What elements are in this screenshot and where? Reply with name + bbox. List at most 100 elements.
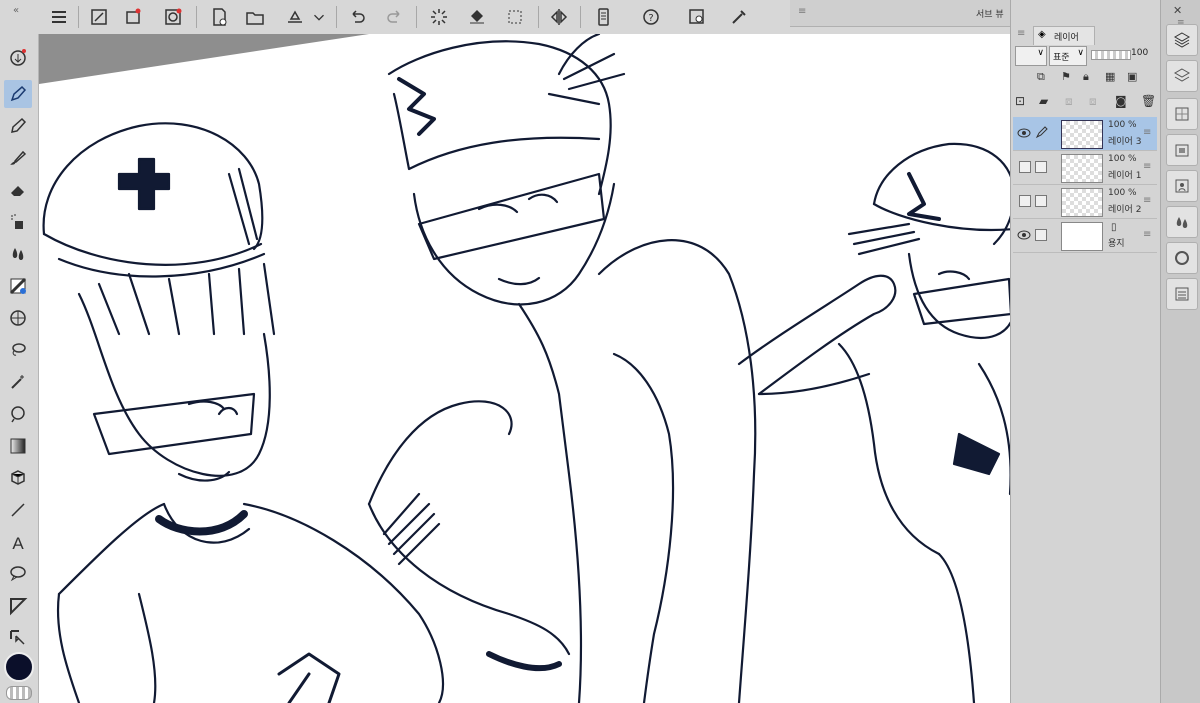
layer-tab[interactable]: ◈ 레이어 — [1033, 26, 1095, 45]
decoration-tool-icon[interactable] — [4, 272, 32, 300]
loading-icon[interactable] — [426, 4, 452, 30]
new-folder-icon[interactable]: ▰ — [1039, 94, 1048, 108]
grip-icon[interactable]: ≡ — [798, 6, 806, 17]
selection-area-icon[interactable] — [502, 4, 528, 30]
canvas[interactable] — [39, 34, 1010, 703]
search-document-icon[interactable] — [684, 4, 710, 30]
layer-thumbnail — [1061, 222, 1103, 251]
new-raster-layer-icon[interactable]: ⊡ — [1015, 94, 1025, 108]
sub-view-icon[interactable] — [1166, 170, 1198, 202]
subview-title: 서브 뷰 — [976, 10, 1004, 20]
tool-property-icon[interactable] — [1166, 278, 1198, 310]
drag-handle-icon[interactable]: ≡ — [1143, 161, 1151, 172]
eye-icon[interactable] — [1017, 229, 1031, 241]
magic-wand-icon[interactable] — [4, 368, 32, 396]
layer-name: 레이어 1 — [1108, 171, 1142, 181]
close-icon[interactable]: ✕ — [1173, 4, 1182, 17]
navigator-icon[interactable] — [1166, 134, 1198, 166]
asset-store-icon[interactable] — [120, 4, 146, 30]
layers-icon: ◈ — [1038, 29, 1046, 40]
line-tool-icon[interactable] — [4, 496, 32, 524]
visibility-checkbox[interactable] — [1019, 195, 1031, 207]
flip-horizontal-icon[interactable] — [546, 4, 572, 30]
menu-icon[interactable] — [46, 4, 72, 30]
lock-icon[interactable]: 🔒︎ — [1083, 70, 1089, 84]
drag-handle-icon[interactable]: ≡ — [1143, 127, 1151, 138]
material-icon[interactable] — [1166, 98, 1198, 130]
blend-mode-select[interactable]: 표준 ∨ — [1049, 46, 1087, 66]
grid-tool-icon[interactable] — [4, 304, 32, 332]
eyedropper-icon[interactable] — [726, 4, 752, 30]
chevron-down-icon: ∨ — [1077, 48, 1084, 58]
panel-dock: ✕ ≡ — [1160, 0, 1200, 703]
frame-tool-icon[interactable] — [4, 592, 32, 620]
pencil-tool-icon[interactable] — [4, 112, 32, 140]
mask-icon[interactable]: ▣ — [1127, 70, 1137, 83]
redo-icon[interactable] — [382, 4, 408, 30]
help-icon[interactable]: ? — [638, 4, 664, 30]
transfer-down-icon[interactable]: ⧈ — [1065, 94, 1073, 109]
smartphone-icon[interactable] — [590, 4, 616, 30]
clip-icon[interactable]: ⧉ — [1037, 70, 1045, 84]
layer-row[interactable]: ▯ 용지 ≡ — [1013, 219, 1157, 253]
gradient-tool-icon[interactable] — [4, 432, 32, 460]
open-folder-icon[interactable] — [242, 4, 268, 30]
airbrush-tool-icon[interactable] — [4, 208, 32, 236]
layer-property-icon[interactable] — [1166, 60, 1198, 92]
pen-icon — [1035, 126, 1048, 139]
layer-mask-icon[interactable]: ◙ — [1115, 94, 1127, 108]
sketch-artwork — [39, 34, 1010, 703]
color-picker-icon[interactable] — [4, 400, 32, 428]
new-file-icon[interactable] — [206, 4, 232, 30]
lock-checkbox[interactable] — [1035, 161, 1047, 173]
transparent-color-swatch[interactable] — [6, 686, 32, 700]
eraser-tool-icon[interactable] — [4, 176, 32, 204]
layer-row[interactable]: 100 % 레이어 2 ≡ — [1013, 185, 1157, 219]
drag-handle-icon[interactable]: ≡ — [1143, 195, 1151, 206]
lock-transparent-icon[interactable]: ▦ — [1105, 70, 1115, 83]
pen-tool-icon[interactable] — [4, 80, 32, 108]
visibility-checkbox[interactable] — [1019, 161, 1031, 173]
expression-color-select[interactable]: ∨ — [1015, 46, 1047, 66]
trash-icon[interactable]: 🗑︎ — [1141, 94, 1156, 108]
undo-icon[interactable] — [344, 4, 370, 30]
layer-thumbnail — [1061, 188, 1103, 217]
layer-name: 레이어 3 — [1108, 137, 1142, 147]
drag-handle-icon[interactable]: ≡ — [1143, 229, 1151, 240]
move-tool-icon[interactable] — [4, 44, 32, 72]
svg-text:?: ? — [648, 13, 653, 24]
grip-icon[interactable]: ≡ — [1017, 28, 1025, 39]
object-tool-icon[interactable] — [4, 624, 32, 652]
lock-checkbox[interactable] — [1035, 229, 1047, 241]
text-tool-icon[interactable]: A — [4, 528, 32, 556]
chevron-down-icon[interactable] — [310, 4, 328, 30]
collapse-left-icon[interactable]: « — [4, 4, 28, 16]
layer-opacity: 100 % — [1108, 120, 1137, 130]
opacity-slider[interactable] — [1091, 50, 1131, 60]
balloon-tool-icon[interactable] — [4, 560, 32, 588]
blend-tool-icon[interactable] — [4, 240, 32, 268]
layer-panel-icon[interactable] — [1166, 24, 1198, 56]
layer-thumbnail — [1061, 120, 1103, 149]
combine-icon[interactable]: ⧈ — [1089, 94, 1097, 109]
paper-icon: ▯ — [1111, 222, 1117, 233]
main-color-swatch[interactable] — [4, 652, 34, 682]
eye-icon[interactable] — [1017, 127, 1031, 139]
svg-text:A: A — [12, 534, 24, 552]
clip-studio-icon[interactable] — [160, 4, 186, 30]
save-icon[interactable] — [282, 4, 308, 30]
layer-panel: ◈ 레이어 ≡ ∨ 표준 ∨ 100 ⧉ ⚑ 🔒︎ ▦ ▣ ⊡ ▰ ⧈ ⧈ ◙ … — [1010, 0, 1161, 703]
fill-bucket-icon[interactable] — [464, 4, 490, 30]
tool-palette: A — [0, 34, 39, 703]
layer-row[interactable]: 100 % 레이어 3 ≡ — [1013, 117, 1157, 151]
brush-tool-icon[interactable] — [4, 144, 32, 172]
3d-object-icon[interactable] — [4, 464, 32, 492]
color-circle-icon[interactable] — [1166, 242, 1198, 274]
reference-icon[interactable]: ⚑ — [1061, 70, 1071, 83]
layer-name: 레이어 2 — [1108, 205, 1142, 215]
fullscreen-icon[interactable] — [86, 4, 112, 30]
layer-row[interactable]: 100 % 레이어 1 ≡ — [1013, 151, 1157, 185]
color-mixing-icon[interactable] — [1166, 206, 1198, 238]
lock-checkbox[interactable] — [1035, 195, 1047, 207]
lasso-tool-icon[interactable] — [4, 336, 32, 364]
